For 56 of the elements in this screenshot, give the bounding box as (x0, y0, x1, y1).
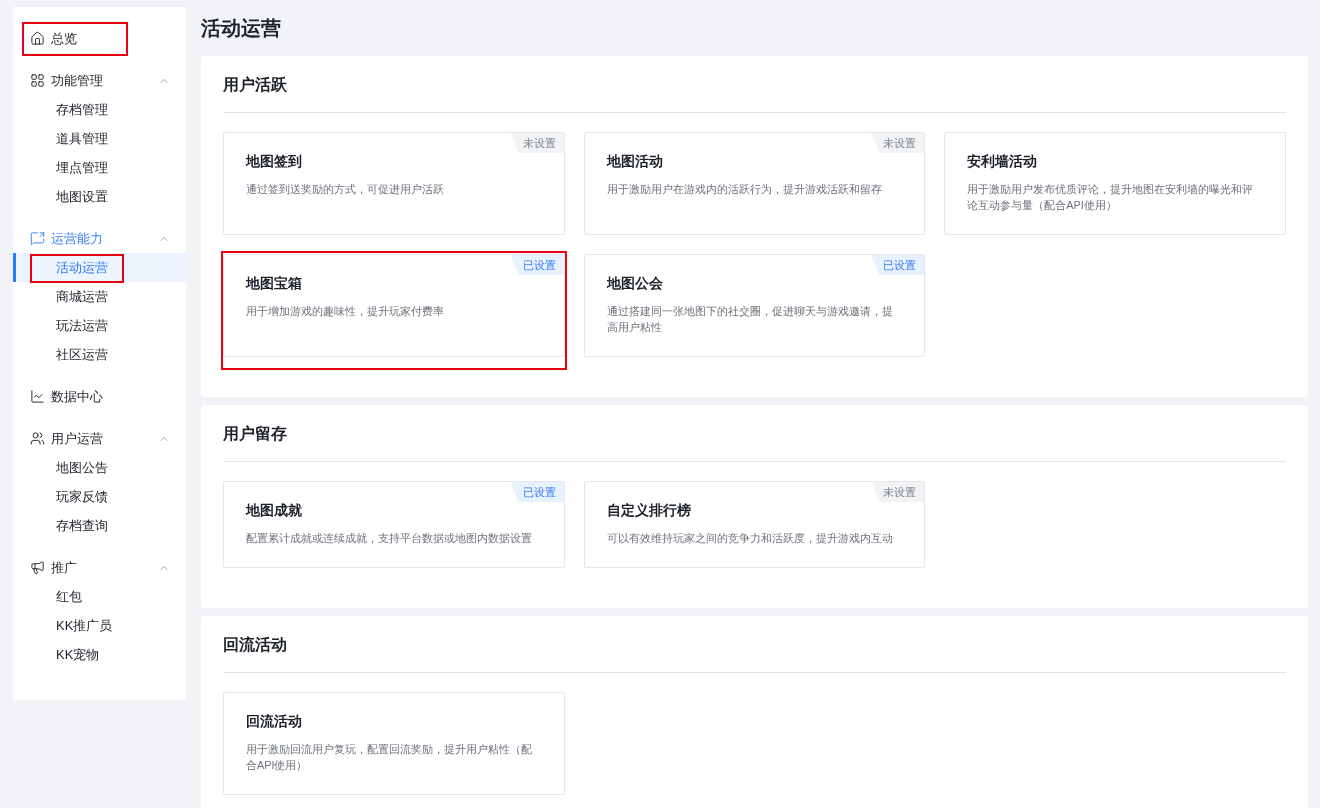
sidebar-group-header[interactable]: 功能管理 (13, 66, 186, 95)
sidebar-subitem[interactable]: 地图公告 (13, 453, 186, 482)
sidebar-subitem[interactable]: 玩法运营 (13, 311, 186, 340)
activity-card[interactable]: 安利墙活动 用于激励用户发布优质评论，提升地图在安利墙的曝光和评论互动参与量（配合API使用） (944, 132, 1286, 235)
section-title: 用户活跃 (223, 75, 288, 95)
card-title: 回流活动 (246, 712, 303, 731)
section-title: 回流活动 (223, 635, 288, 655)
sidebar-subitem[interactable]: 玩家反馈 (13, 482, 186, 511)
card-title: 安利墙活动 (967, 152, 1039, 171)
activity-card[interactable]: 地图活动 用于激励用户在游戏内的活跃行为，提升游戏活跃和留存 未设置 (583, 132, 926, 235)
sidebar-subitem[interactable]: 地图设置 (13, 182, 186, 211)
sidebar-subitem[interactable]: KK宠物 (13, 640, 186, 669)
activity-card[interactable]: 回流活动 用于激励回流用户复玩，配置回流奖励，提升用户粘性（配合API使用） (223, 692, 565, 795)
status-badge: 已设置 (510, 482, 564, 502)
card-description: 通过签到送奖励的方式，可促进用户活跃 (246, 182, 445, 197)
sidebar-group-header[interactable]: 推广 (13, 553, 186, 582)
users-icon (30, 431, 45, 446)
megaphone-icon (30, 560, 45, 575)
sidebar-subitem[interactable]: 道具管理 (13, 124, 186, 153)
sidebar-item[interactable]: 总览 (13, 24, 186, 53)
status-badge: 未设置 (510, 133, 564, 153)
sidebar-subitem[interactable]: 活动运营 (13, 253, 186, 282)
activity-card[interactable]: 地图公会 通过搭建同一张地图下的社交圈，促进聊天与游戏邀请，提高用户粘性 已设置 (583, 254, 926, 357)
sidebar-subitem[interactable]: 存档管理 (13, 95, 186, 124)
card-description: 通过搭建同一张地图下的社交圈，促进聊天与游戏邀请，提高用户粘性 (606, 304, 894, 335)
page-title: 活动运营 (201, 16, 282, 41)
card-title: 地图宝箱 (246, 274, 303, 293)
card-description: 用于激励用户在游戏内的活跃行为，提升游戏活跃和留存 (606, 182, 883, 197)
sidebar-item[interactable]: 数据中心 (13, 382, 186, 411)
card-title: 地图公会 (606, 274, 664, 293)
chat-share-icon (30, 231, 45, 246)
home-icon (30, 31, 45, 46)
card-description: 用于激励用户发布优质评论，提升地图在安利墙的曝光和评论互动参与量（配合API使用） (967, 182, 1255, 213)
status-badge: 未设置 (871, 133, 925, 153)
activity-card[interactable]: 地图签到 通过签到送奖励的方式，可促进用户活跃 未设置 (223, 132, 565, 235)
sidebar-subitem[interactable]: 埋点管理 (13, 153, 186, 182)
card-title: 地图活动 (606, 152, 664, 171)
status-badge: 已设置 (510, 255, 564, 275)
section-title: 用户留存 (223, 424, 288, 444)
status-badge: 已设置 (871, 255, 925, 275)
card-title: 地图成就 (246, 501, 303, 520)
status-badge: 未设置 (871, 482, 925, 502)
sidebar-group-header[interactable]: 用户运营 (13, 424, 186, 453)
sidebar-subitem[interactable]: 社区运营 (13, 340, 186, 369)
card-title: 自定义排行榜 (606, 501, 692, 520)
card-description: 用于增加游戏的趣味性，提升玩家付费率 (246, 304, 445, 319)
grid-icon (30, 73, 45, 88)
line-chart-icon (30, 389, 45, 404)
card-title: 地图签到 (246, 152, 303, 171)
sidebar-subitem[interactable]: KK推广员 (13, 611, 186, 640)
sidebar-subitem[interactable]: 红包 (13, 582, 186, 611)
sidebar-group-header[interactable]: 运营能力 (13, 224, 186, 253)
activity-card[interactable]: 地图宝箱 用于增加游戏的趣味性，提升玩家付费率 已设置 (223, 254, 565, 357)
card-description: 用于激励回流用户复玩，配置回流奖励，提升用户粘性（配合API使用） (246, 742, 533, 773)
sidebar-subitem[interactable]: 存档查询 (13, 511, 186, 540)
sidebar-subitem[interactable]: 商城运营 (13, 282, 186, 311)
